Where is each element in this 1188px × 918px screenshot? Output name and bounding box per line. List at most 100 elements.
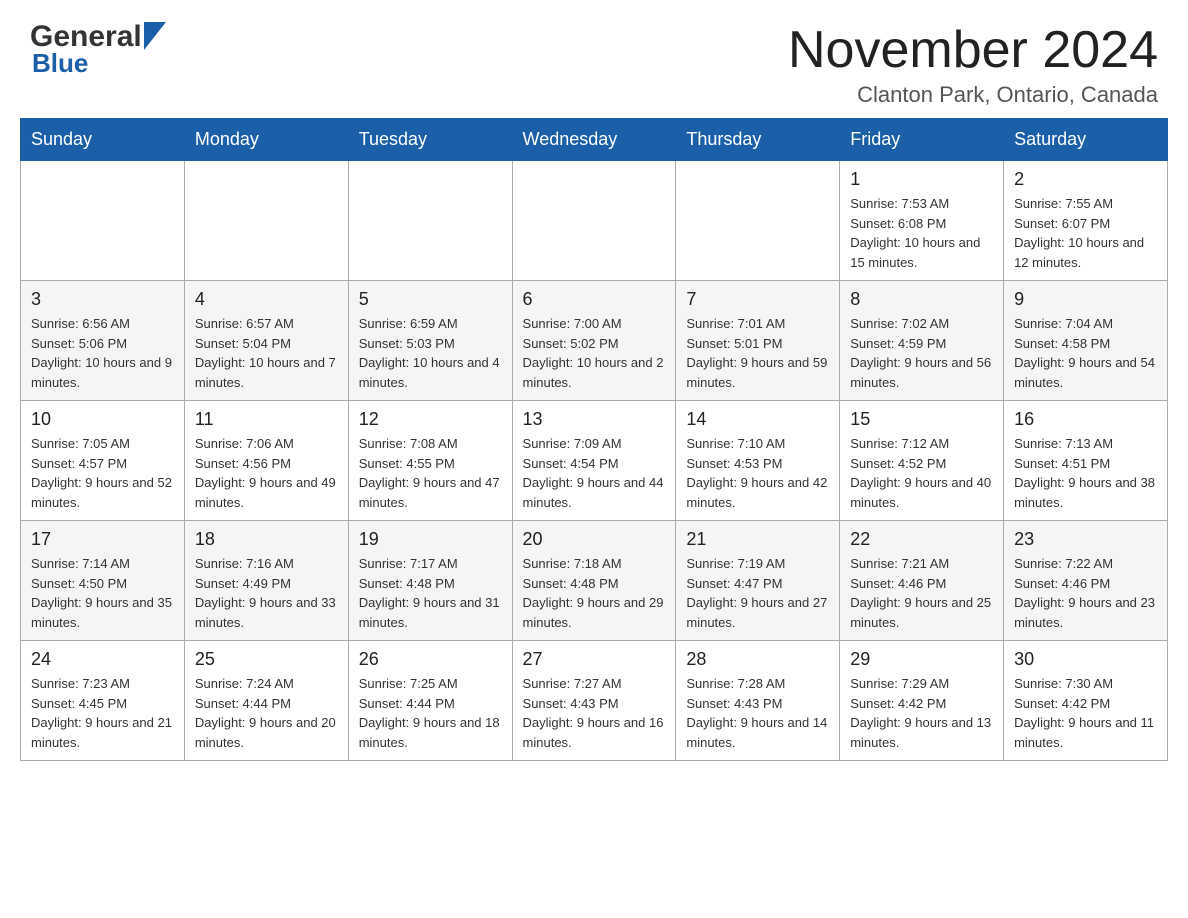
calendar-wrapper: Sunday Monday Tuesday Wednesday Thursday… (0, 118, 1188, 781)
day-info: Sunrise: 7:18 AM Sunset: 4:48 PM Dayligh… (523, 554, 666, 632)
calendar-cell (676, 161, 840, 281)
header-tuesday: Tuesday (348, 119, 512, 161)
calendar-cell: 16 Sunrise: 7:13 AM Sunset: 4:51 PM Dayli… (1004, 401, 1168, 521)
day-number: 2 (1014, 169, 1157, 190)
day-number: 20 (523, 529, 666, 550)
calendar-cell (512, 161, 676, 281)
calendar-cell: 7 Sunrise: 7:01 AM Sunset: 5:01 PM Daylig… (676, 281, 840, 401)
logo-blue-text: Blue (30, 48, 88, 79)
calendar-cell: 27 Sunrise: 7:27 AM Sunset: 4:43 PM Dayli… (512, 641, 676, 761)
month-title: November 2024 (788, 20, 1158, 80)
header-friday: Friday (840, 119, 1004, 161)
day-number: 23 (1014, 529, 1157, 550)
day-number: 5 (359, 289, 502, 310)
day-info: Sunrise: 7:17 AM Sunset: 4:48 PM Dayligh… (359, 554, 502, 632)
day-number: 22 (850, 529, 993, 550)
day-number: 1 (850, 169, 993, 190)
day-info: Sunrise: 7:08 AM Sunset: 4:55 PM Dayligh… (359, 434, 502, 512)
day-number: 30 (1014, 649, 1157, 670)
header-thursday: Thursday (676, 119, 840, 161)
header-wednesday: Wednesday (512, 119, 676, 161)
calendar-cell (21, 161, 185, 281)
calendar-cell (184, 161, 348, 281)
day-info: Sunrise: 7:09 AM Sunset: 4:54 PM Dayligh… (523, 434, 666, 512)
day-number: 4 (195, 289, 338, 310)
calendar-cell: 9 Sunrise: 7:04 AM Sunset: 4:58 PM Daylig… (1004, 281, 1168, 401)
day-number: 6 (523, 289, 666, 310)
calendar-table: Sunday Monday Tuesday Wednesday Thursday… (20, 118, 1168, 761)
day-info: Sunrise: 7:53 AM Sunset: 6:08 PM Dayligh… (850, 194, 993, 272)
day-info: Sunrise: 7:21 AM Sunset: 4:46 PM Dayligh… (850, 554, 993, 632)
page-header: General Blue November 2024 Clanton Park,… (0, 0, 1188, 118)
day-number: 3 (31, 289, 174, 310)
calendar-cell: 17Sunrise: 7:14 AM Sunset: 4:50 PM Dayli… (21, 521, 185, 641)
day-info: Sunrise: 7:05 AM Sunset: 4:57 PM Dayligh… (31, 434, 174, 512)
day-info: Sunrise: 7:30 AM Sunset: 4:42 PM Dayligh… (1014, 674, 1157, 752)
header-monday: Monday (184, 119, 348, 161)
day-info: Sunrise: 7:55 AM Sunset: 6:07 PM Dayligh… (1014, 194, 1157, 272)
day-info: Sunrise: 6:56 AM Sunset: 5:06 PM Dayligh… (31, 314, 174, 392)
day-number: 15 (850, 409, 993, 430)
calendar-cell: 2 Sunrise: 7:55 AM Sunset: 6:07 PM Daylig… (1004, 161, 1168, 281)
day-info: Sunrise: 6:59 AM Sunset: 5:03 PM Dayligh… (359, 314, 502, 392)
day-info: Sunrise: 7:27 AM Sunset: 4:43 PM Dayligh… (523, 674, 666, 752)
day-info: Sunrise: 7:28 AM Sunset: 4:43 PM Dayligh… (686, 674, 829, 752)
day-info: Sunrise: 7:14 AM Sunset: 4:50 PM Dayligh… (31, 554, 174, 632)
day-number: 9 (1014, 289, 1157, 310)
day-info: Sunrise: 7:22 AM Sunset: 4:46 PM Dayligh… (1014, 554, 1157, 632)
calendar-cell: 13Sunrise: 7:09 AM Sunset: 4:54 PM Dayli… (512, 401, 676, 521)
calendar-header: Sunday Monday Tuesday Wednesday Thursday… (21, 119, 1168, 161)
day-number: 24 (31, 649, 174, 670)
calendar-cell: 24 Sunrise: 7:23 AM Sunset: 4:45 PM Dayli… (21, 641, 185, 761)
day-info: Sunrise: 7:02 AM Sunset: 4:59 PM Dayligh… (850, 314, 993, 392)
logo: General Blue (30, 20, 166, 79)
day-info: Sunrise: 7:16 AM Sunset: 4:49 PM Dayligh… (195, 554, 338, 632)
calendar-cell: 23 Sunrise: 7:22 AM Sunset: 4:46 PM Dayli… (1004, 521, 1168, 641)
calendar-cell: 19Sunrise: 7:17 AM Sunset: 4:48 PM Dayli… (348, 521, 512, 641)
day-info: Sunrise: 7:13 AM Sunset: 4:51 PM Dayligh… (1014, 434, 1157, 512)
day-info: Sunrise: 7:10 AM Sunset: 4:53 PM Dayligh… (686, 434, 829, 512)
calendar-cell: 25 Sunrise: 7:24 AM Sunset: 4:44 PM Dayli… (184, 641, 348, 761)
day-number: 25 (195, 649, 338, 670)
day-info: Sunrise: 7:04 AM Sunset: 4:58 PM Dayligh… (1014, 314, 1157, 392)
calendar-cell: 14Sunrise: 7:10 AM Sunset: 4:53 PM Dayli… (676, 401, 840, 521)
day-info: Sunrise: 7:23 AM Sunset: 4:45 PM Dayligh… (31, 674, 174, 752)
header-saturday: Saturday (1004, 119, 1168, 161)
calendar-cell: 3 Sunrise: 6:56 AM Sunset: 5:06 PM Daylig… (21, 281, 185, 401)
day-info: Sunrise: 7:01 AM Sunset: 5:01 PM Dayligh… (686, 314, 829, 392)
day-number: 10 (31, 409, 174, 430)
day-info: Sunrise: 7:25 AM Sunset: 4:44 PM Dayligh… (359, 674, 502, 752)
day-info: Sunrise: 7:24 AM Sunset: 4:44 PM Dayligh… (195, 674, 338, 752)
day-info: Sunrise: 7:12 AM Sunset: 4:52 PM Dayligh… (850, 434, 993, 512)
day-info: Sunrise: 7:19 AM Sunset: 4:47 PM Dayligh… (686, 554, 829, 632)
calendar-cell: 29 Sunrise: 7:29 AM Sunset: 4:42 PM Dayli… (840, 641, 1004, 761)
calendar-cell: 4 Sunrise: 6:57 AM Sunset: 5:04 PM Daylig… (184, 281, 348, 401)
day-number: 29 (850, 649, 993, 670)
calendar-cell: 1 Sunrise: 7:53 AM Sunset: 6:08 PM Daylig… (840, 161, 1004, 281)
title-block: November 2024 Clanton Park, Ontario, Can… (788, 20, 1158, 108)
day-info: Sunrise: 6:57 AM Sunset: 5:04 PM Dayligh… (195, 314, 338, 392)
calendar-cell: 10 Sunrise: 7:05 AM Sunset: 4:57 PM Dayli… (21, 401, 185, 521)
day-number: 26 (359, 649, 502, 670)
header-sunday: Sunday (21, 119, 185, 161)
day-number: 16 (1014, 409, 1157, 430)
calendar-cell: 12 Sunrise: 7:08 AM Sunset: 4:55 PM Dayli… (348, 401, 512, 521)
logo-arrow-icon (144, 22, 166, 50)
day-number: 12 (359, 409, 502, 430)
calendar-cell: 8Sunrise: 7:02 AM Sunset: 4:59 PM Daylig… (840, 281, 1004, 401)
calendar-cell: 28 Sunrise: 7:28 AM Sunset: 4:43 PM Dayli… (676, 641, 840, 761)
calendar-cell: 15 Sunrise: 7:12 AM Sunset: 4:52 PM Dayli… (840, 401, 1004, 521)
day-number: 28 (686, 649, 829, 670)
day-number: 21 (686, 529, 829, 550)
location: Clanton Park, Ontario, Canada (788, 82, 1158, 108)
calendar-cell: 30 Sunrise: 7:30 AM Sunset: 4:42 PM Dayli… (1004, 641, 1168, 761)
day-number: 27 (523, 649, 666, 670)
day-number: 7 (686, 289, 829, 310)
calendar-cell: 20 Sunrise: 7:18 AM Sunset: 4:48 PM Dayli… (512, 521, 676, 641)
calendar-cell: 22 Sunrise: 7:21 AM Sunset: 4:46 PM Dayli… (840, 521, 1004, 641)
calendar-cell (348, 161, 512, 281)
day-info: Sunrise: 7:00 AM Sunset: 5:02 PM Dayligh… (523, 314, 666, 392)
day-info: Sunrise: 7:29 AM Sunset: 4:42 PM Dayligh… (850, 674, 993, 752)
calendar-cell: 11Sunrise: 7:06 AM Sunset: 4:56 PM Dayli… (184, 401, 348, 521)
calendar-cell: 6 Sunrise: 7:00 AM Sunset: 5:02 PM Daylig… (512, 281, 676, 401)
